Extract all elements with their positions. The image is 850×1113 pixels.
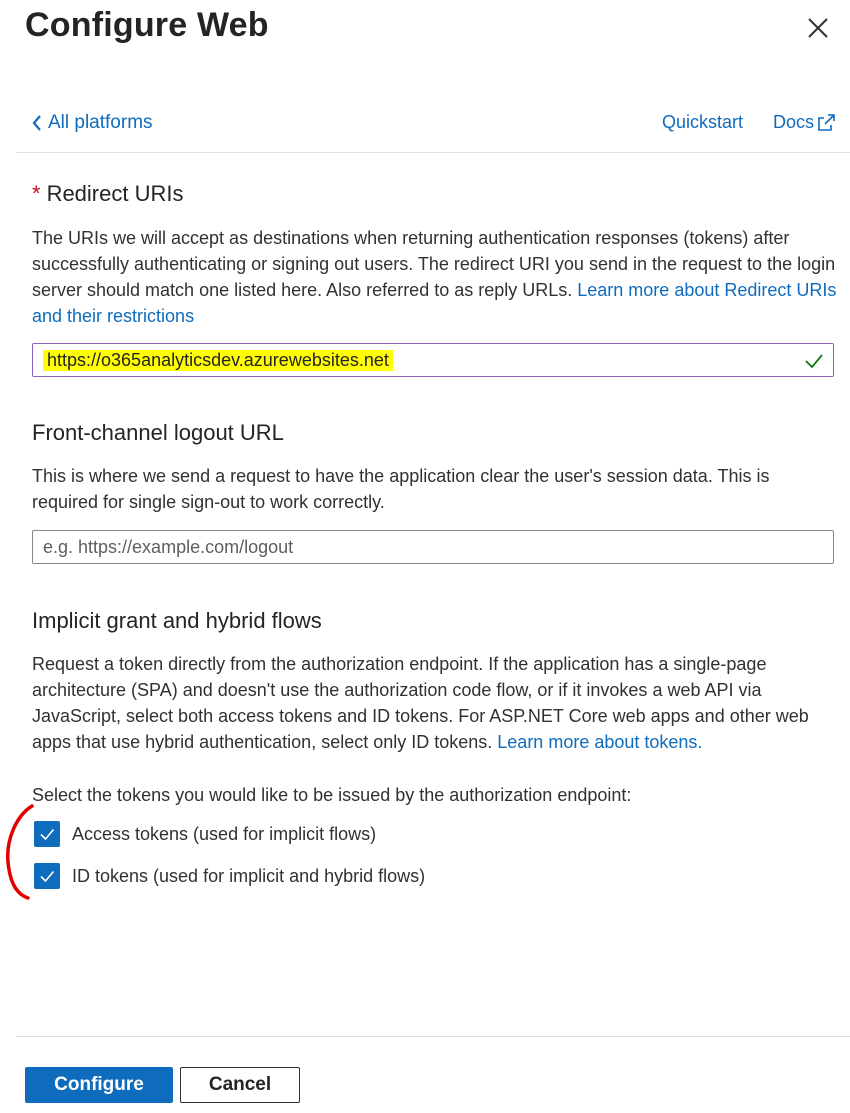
logout-url-input[interactable]: e.g. https://example.com/logout — [32, 530, 834, 564]
chevron-left-icon — [32, 115, 41, 131]
open-external-icon — [818, 113, 835, 131]
configure-button[interactable]: Configure — [25, 1067, 173, 1103]
close-icon — [808, 18, 828, 38]
tokens-learn-more-link[interactable]: Learn more about tokens. — [497, 732, 702, 752]
quickstart-link[interactable]: Quickstart — [662, 112, 743, 133]
all-platforms-link[interactable]: All platforms — [30, 112, 153, 134]
header-divider — [16, 152, 850, 153]
id-tokens-label: ID tokens (used for implicit and hybrid … — [72, 865, 426, 886]
all-platforms-label: All platforms — [48, 112, 153, 133]
access-tokens-checkbox[interactable]: Access tokens (used for implicit flows) — [34, 821, 376, 847]
redirect-uris-description: The URIs we will accept as destinations … — [32, 225, 840, 329]
logout-url-title: Front-channel logout URL — [32, 420, 284, 445]
close-button[interactable] — [804, 14, 832, 42]
docs-label: Docs — [773, 112, 815, 132]
redirect-uri-input[interactable]: https://o365analyticsdev.azurewebsites.n… — [32, 343, 834, 377]
token-select-prompt: Select the tokens you would like to be i… — [32, 785, 632, 805]
checkmark-icon — [805, 354, 823, 369]
implicit-grant-description: Request a token directly from the author… — [32, 651, 840, 755]
footer-divider — [16, 1036, 850, 1037]
logout-url-description: This is where we send a request to have … — [32, 466, 770, 512]
implicit-grant-title: Implicit grant and hybrid flows — [32, 608, 322, 633]
redirect-uris-title: Redirect URIs — [46, 181, 184, 206]
id-tokens-checkbox[interactable]: ID tokens (used for implicit and hybrid … — [34, 863, 425, 889]
required-marker: * — [32, 181, 41, 206]
docs-link[interactable]: Docs — [773, 112, 836, 133]
panel-title: Configure Web — [25, 6, 269, 44]
redirect-uris-heading: * Redirect URIs — [32, 181, 183, 207]
access-tokens-label: Access tokens (used for implicit flows) — [72, 823, 377, 844]
red-annotation-mark — [6, 804, 34, 900]
cancel-button[interactable]: Cancel — [180, 1067, 300, 1103]
logout-url-placeholder: e.g. https://example.com/logout — [43, 536, 294, 557]
redirect-uri-value: https://o365analyticsdev.azurewebsites.n… — [43, 349, 393, 371]
